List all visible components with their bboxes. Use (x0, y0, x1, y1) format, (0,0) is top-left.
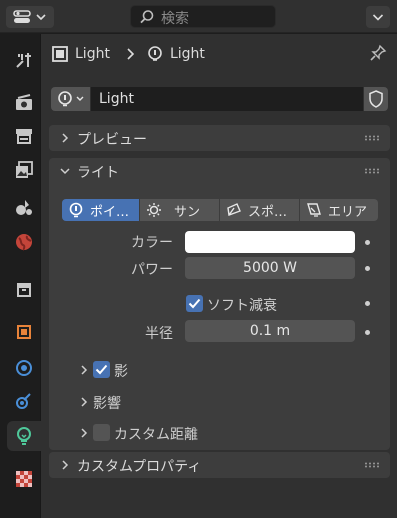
scene-icon (16, 200, 32, 215)
panel-light-title: ライト (77, 165, 119, 181)
panel-preview-header[interactable]: プレビュー (49, 125, 390, 151)
color-swatch[interactable] (185, 231, 355, 253)
search-placeholder: 検索 (161, 11, 189, 27)
printer-icon (16, 129, 32, 144)
properties-tabs (0, 34, 41, 518)
light-type-sun-label: サン (174, 204, 201, 220)
tab-render[interactable] (7, 87, 41, 117)
sun-icon (147, 203, 161, 217)
light-type-point-label: ポイ… (90, 204, 130, 220)
light-object-icon (52, 46, 68, 62)
radius-label: 半径 (145, 326, 173, 342)
chevron-down-icon (60, 168, 70, 175)
properties-header: 検索 (0, 0, 397, 33)
spot-light-icon (227, 203, 241, 216)
constraint-icon (16, 393, 31, 409)
properties-main: Light Light Light プレビュー ライト ポイ… サン スポ… エ… (41, 34, 397, 518)
lightbulb-icon (17, 427, 31, 445)
light-type-spot-label: スポ… (248, 204, 288, 220)
light-type-point[interactable]: ポイ… (62, 199, 139, 221)
checker-texture-icon (16, 471, 32, 487)
light-data-icon (58, 91, 84, 107)
subpanel-custom-distance-title[interactable]: カスタム距離 (114, 424, 198, 444)
tab-scene[interactable] (7, 192, 41, 222)
custom-distance-checkbox[interactable] (93, 424, 110, 441)
drag-grip-icon[interactable] (364, 462, 380, 468)
physics-orbit-icon (16, 360, 32, 376)
search-icon (140, 10, 154, 24)
editor-type-button[interactable] (6, 6, 54, 28)
render-icon (16, 94, 32, 110)
globe-icon (16, 234, 32, 251)
panel-custom-properties[interactable]: カスタムプロパティ (49, 452, 390, 478)
chevron-right-icon[interactable] (78, 364, 90, 376)
object-icon (17, 325, 31, 339)
light-datablock-selector: Light (51, 87, 388, 111)
light-type-area[interactable]: エリア (300, 199, 378, 221)
light-type-area-label: エリア (328, 204, 368, 220)
search-field[interactable]: 検索 (130, 5, 276, 28)
power-field[interactable]: 5000 W (185, 257, 355, 279)
soft-falloff-label: ソフト減衰 (207, 298, 277, 314)
chevron-down-icon (372, 14, 384, 21)
area-light-icon (307, 203, 321, 217)
panel-preview[interactable]: プレビュー (49, 125, 390, 151)
shadow-checkbox[interactable] (93, 361, 110, 378)
datablock-browse-button[interactable] (51, 87, 90, 111)
light-type-sun[interactable]: サン (140, 199, 219, 221)
radius-field[interactable]: 0.1 m (185, 320, 355, 342)
tab-object-data-light[interactable] (7, 421, 41, 451)
light-data-icon (148, 46, 162, 61)
keyframe-dot-radius[interactable] (365, 330, 370, 335)
keyframe-dot-color[interactable] (365, 240, 370, 245)
light-type-spot[interactable]: スポ… (220, 199, 299, 221)
fake-user-button[interactable] (364, 87, 388, 111)
checkmark-icon (188, 298, 201, 309)
tab-object[interactable] (7, 317, 41, 347)
soft-falloff-checkbox[interactable] (186, 295, 203, 312)
panel-custom-properties-header[interactable]: カスタムプロパティ (49, 452, 390, 478)
panel-custom-properties-title: カスタムプロパティ (77, 459, 202, 475)
image-stack-icon (16, 161, 33, 178)
checkmark-icon (95, 364, 108, 375)
power-label: パワー (131, 262, 173, 278)
breadcrumb-data: Light (169, 46, 205, 62)
tab-collection[interactable] (7, 274, 41, 304)
panel-light-header[interactable]: ライト (49, 158, 390, 184)
tab-world[interactable] (7, 227, 41, 257)
tab-texture[interactable] (7, 464, 41, 494)
breadcrumb-object: Light (75, 46, 110, 62)
subpanel-influence-title[interactable]: 影響 (93, 393, 121, 413)
tab-output[interactable] (7, 121, 41, 151)
color-label: カラー (131, 235, 173, 251)
collection-box-icon (17, 283, 31, 297)
chevron-right-icon (62, 133, 69, 143)
datablock-name-field[interactable]: Light (91, 87, 363, 111)
chevron-right-icon (62, 460, 69, 470)
drag-grip-icon[interactable] (364, 168, 380, 174)
shield-icon (369, 90, 383, 108)
tool-icon (16, 53, 31, 68)
pin-icon[interactable] (369, 44, 387, 62)
keyframe-dot-power[interactable] (365, 266, 370, 271)
panel-preview-title: プレビュー (77, 132, 147, 148)
chevron-right-icon (127, 48, 135, 60)
breadcrumb: Light Light (51, 42, 205, 66)
tab-view-layer[interactable] (7, 155, 41, 185)
keyframe-dot-soft-falloff[interactable] (365, 301, 370, 306)
chevron-right-icon[interactable] (78, 427, 90, 439)
properties-editor-icon (13, 10, 46, 23)
options-dropdown[interactable] (366, 6, 390, 28)
tab-physics[interactable] (7, 353, 41, 383)
chevron-right-icon[interactable] (78, 396, 90, 408)
drag-grip-icon[interactable] (364, 135, 380, 141)
tab-constraints[interactable] (7, 386, 41, 416)
subpanel-shadow-title[interactable]: 影 (114, 361, 128, 381)
tab-tool[interactable] (7, 45, 41, 75)
point-light-icon (69, 202, 83, 218)
